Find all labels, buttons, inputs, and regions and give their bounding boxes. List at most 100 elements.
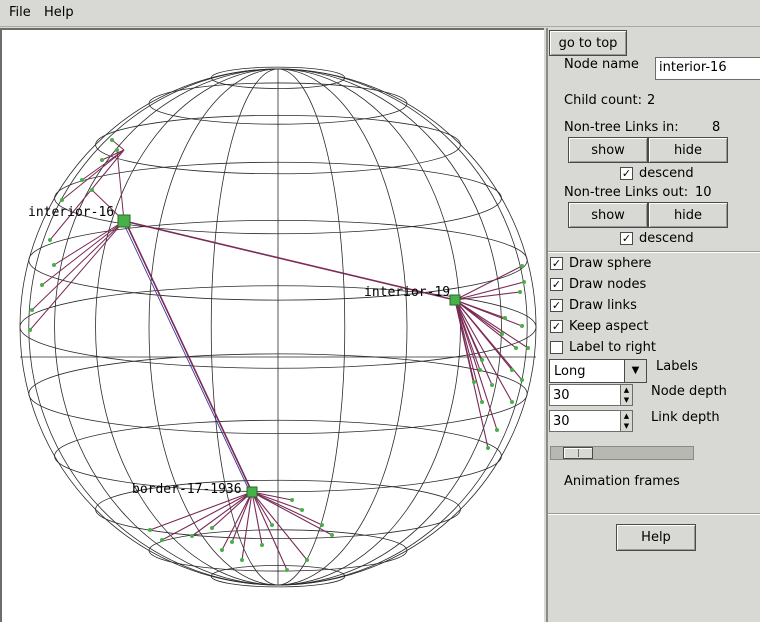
node-interior-19 — [449, 294, 461, 306]
links-out-descend-label: descend — [639, 231, 694, 246]
link-depth-value[interactable]: 30 — [553, 414, 570, 429]
leaf-node — [520, 378, 524, 382]
leaf-node — [220, 548, 224, 552]
keep-aspect-checkbox[interactable]: ✓ — [550, 320, 563, 333]
leaf-node — [260, 543, 264, 547]
leaf-node — [28, 328, 32, 332]
labels-select-value: Long — [554, 364, 586, 379]
child-count-value: 2 — [647, 93, 656, 108]
go-to-top-button[interactable]: go to top — [549, 30, 627, 56]
leaf-node — [330, 533, 334, 537]
link-line — [121, 219, 250, 491]
link-line — [61, 149, 125, 201]
leaf-node — [514, 346, 518, 350]
chevron-down-icon[interactable]: ▼ — [624, 360, 646, 382]
links-out-hide-button[interactable]: hide — [648, 202, 728, 228]
labels-select[interactable]: Long ▼ — [549, 359, 647, 383]
link-line — [41, 220, 125, 286]
spin-up-icon[interactable]: ▲ — [620, 385, 632, 395]
animation-frames-label: Animation frames — [564, 474, 680, 489]
draw-sphere-checkbox[interactable]: ✓ — [550, 257, 563, 270]
draw-sphere-label: Draw sphere — [569, 256, 652, 271]
node-name-field[interactable]: interior-16 — [655, 57, 760, 80]
spin-down-icon[interactable]: ▼ — [620, 395, 632, 405]
leaf-node — [285, 568, 289, 572]
node-border-17-1936 — [246, 486, 258, 498]
node-label-border-17-1936[interactable]: border-17-1936 — [132, 482, 242, 497]
links-out-label: Non-tree Links out: — [564, 185, 689, 200]
leaf-node — [510, 368, 514, 372]
link-line — [251, 491, 288, 571]
links-out-show-button[interactable]: show — [568, 202, 648, 228]
links-in-show-button[interactable]: show — [568, 137, 648, 163]
links-in-label: Non-tree Links in: — [564, 120, 679, 135]
node-depth-label: Node depth — [651, 384, 727, 399]
leaf-node — [486, 446, 490, 450]
leaf-node — [40, 283, 44, 287]
label-right-checkbox[interactable] — [550, 341, 563, 354]
labels-label: Labels — [656, 359, 698, 374]
leaf-node — [210, 526, 214, 530]
leaf-node — [160, 538, 164, 542]
link-line — [126, 224, 253, 493]
leaf-node — [230, 540, 234, 544]
leaf-node — [110, 138, 114, 142]
help-button[interactable]: Help — [616, 524, 696, 551]
link-line — [454, 291, 521, 301]
menu-file[interactable]: File — [9, 5, 31, 20]
leaf-node — [472, 380, 476, 384]
node-label-interior-19[interactable]: interior-19 — [364, 285, 450, 300]
links-in-descend-label: descend — [639, 166, 694, 181]
leaf-node — [520, 264, 524, 268]
link-line — [53, 220, 125, 266]
panel-divider — [548, 251, 760, 253]
leaf-node — [320, 523, 324, 527]
graph-canvas[interactable]: interior-16 interior-19 border-17-1936 — [0, 28, 544, 622]
link-depth-label: Link depth — [651, 410, 720, 425]
spin-up-icon[interactable]: ▲ — [620, 411, 632, 421]
leaf-node — [480, 358, 484, 362]
leaf-node — [480, 400, 484, 404]
leaf-node — [115, 148, 119, 152]
node-depth-value[interactable]: 30 — [553, 388, 570, 403]
draw-links-checkbox[interactable]: ✓ — [550, 299, 563, 312]
leaf-node — [520, 324, 524, 328]
menu-help[interactable]: Help — [44, 5, 74, 20]
leaf-node — [526, 346, 530, 350]
leaf-node — [300, 508, 304, 512]
child-count-label: Child count: — [564, 93, 642, 108]
links-out-descend-checkbox[interactable]: ✓ — [620, 232, 633, 245]
links-out-value: 10 — [695, 185, 712, 200]
draw-links-label: Draw links — [569, 298, 637, 313]
spin-down-icon[interactable]: ▼ — [620, 421, 632, 431]
leaf-node — [80, 178, 84, 182]
slider-thumb[interactable] — [563, 447, 593, 459]
links-in-descend-checkbox[interactable]: ✓ — [620, 167, 633, 180]
link-line — [116, 149, 125, 222]
node-name-label: Node name — [564, 57, 639, 72]
animation-frames-slider[interactable] — [550, 446, 694, 460]
leaf-node — [90, 188, 94, 192]
node-depth-spinner[interactable]: 30 ▲ ▼ — [549, 384, 633, 406]
leaf-node — [510, 400, 514, 404]
leaf-node — [495, 428, 499, 432]
leaf-node — [490, 383, 494, 387]
label-right-label: Label to right — [569, 340, 656, 355]
leaf-node — [30, 308, 34, 312]
sphere-wireframe — [19, 66, 537, 588]
leaf-node — [503, 316, 507, 320]
leaf-node — [48, 238, 52, 242]
node-label-interior-16[interactable]: interior-16 — [28, 205, 114, 220]
leaf-node — [148, 528, 152, 532]
link-line — [454, 265, 523, 301]
link-line — [49, 149, 125, 241]
links-in-hide-button[interactable]: hide — [648, 137, 728, 163]
link-depth-spinner[interactable]: 30 ▲ ▼ — [549, 410, 633, 432]
leaf-node — [52, 263, 56, 267]
sphere-graph[interactable]: interior-16 interior-19 border-17-1936 — [2, 30, 546, 622]
leaf-node — [478, 368, 482, 372]
leaf-node — [518, 290, 522, 294]
leaf-node — [60, 198, 64, 202]
draw-nodes-checkbox[interactable]: ✓ — [550, 278, 563, 291]
leaf-node — [290, 498, 294, 502]
